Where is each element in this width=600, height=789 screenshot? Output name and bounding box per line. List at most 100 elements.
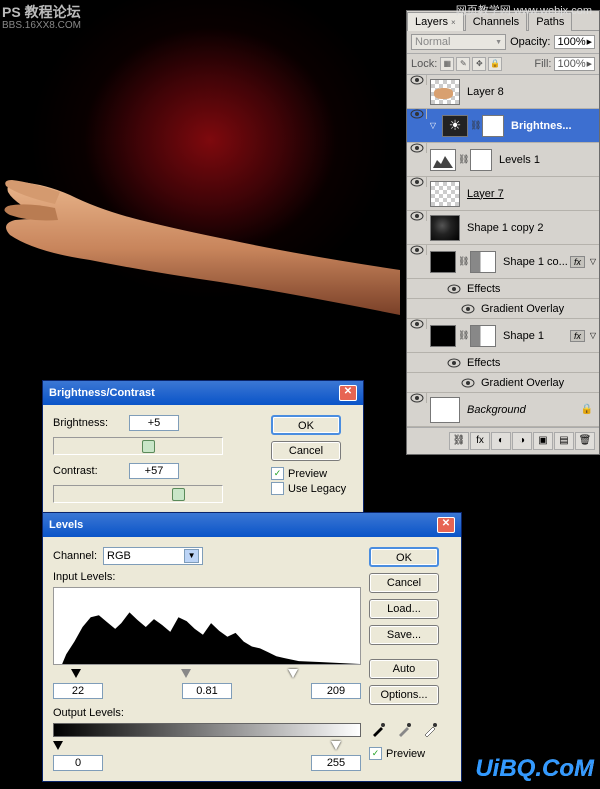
- eyedropper-black-icon[interactable]: [369, 719, 389, 739]
- layer-row[interactable]: ⛓ Levels 1: [407, 143, 599, 177]
- bc-titlebar[interactable]: Brightness/Contrast ✕: [43, 381, 363, 405]
- lock-position-icon[interactable]: ✥: [472, 57, 486, 71]
- link-icon[interactable]: ⛓: [458, 256, 468, 267]
- gradient-overlay-row[interactable]: Gradient Overlay: [407, 299, 599, 319]
- gradient-overlay-row[interactable]: Gradient Overlay: [407, 373, 599, 393]
- layer-row[interactable]: ⛓ Shape 1 fx ▽: [407, 319, 599, 353]
- link-icon[interactable]: ⛓: [458, 154, 468, 165]
- eye-icon[interactable]: [447, 284, 461, 294]
- layer-style-icon[interactable]: fx: [470, 432, 490, 450]
- layer-name[interactable]: Background: [463, 404, 581, 416]
- load-button[interactable]: Load...: [369, 599, 439, 619]
- trash-icon[interactable]: 🗑: [575, 432, 595, 450]
- blend-mode-select[interactable]: Normal▼: [411, 34, 506, 50]
- layer-mask-icon[interactable]: ◐: [491, 432, 511, 450]
- layer-thumbnail[interactable]: [430, 251, 456, 273]
- vector-mask-thumbnail[interactable]: [470, 325, 496, 347]
- eye-icon[interactable]: [447, 358, 461, 368]
- layer-thumbnail[interactable]: [430, 79, 460, 105]
- lock-transparency-icon[interactable]: ▦: [440, 57, 454, 71]
- ok-button[interactable]: OK: [271, 415, 341, 435]
- opacity-input[interactable]: 100%▶: [554, 35, 595, 49]
- layer-thumbnail[interactable]: [430, 325, 456, 347]
- layer-row-selected[interactable]: ▽ ☀ ⛓ Brightnes...: [407, 109, 599, 143]
- new-layer-icon[interactable]: ▤: [554, 432, 574, 450]
- use-legacy-checkbox[interactable]: Use Legacy: [271, 482, 353, 495]
- input-slider-track[interactable]: [53, 669, 361, 681]
- brightness-slider[interactable]: [53, 437, 223, 455]
- eye-icon[interactable]: [410, 177, 424, 187]
- collapse-arrow-icon[interactable]: ▽: [587, 331, 599, 340]
- eye-icon[interactable]: [410, 245, 424, 255]
- collapse-arrow-icon[interactable]: ▽: [427, 121, 439, 130]
- eye-icon[interactable]: [410, 319, 424, 329]
- brightness-thumb[interactable]: [142, 440, 155, 453]
- contrast-slider[interactable]: [53, 485, 223, 503]
- mask-thumbnail[interactable]: [482, 115, 504, 137]
- layer-name[interactable]: Levels 1: [495, 154, 599, 166]
- layer-name[interactable]: Shape 1 co...: [499, 256, 570, 268]
- adjustment-thumbnail[interactable]: ☀: [442, 115, 468, 137]
- close-icon[interactable]: ✕: [339, 385, 357, 401]
- output-slider-track[interactable]: [53, 741, 361, 753]
- link-icon[interactable]: ⛓: [458, 330, 468, 341]
- adjustment-thumbnail[interactable]: [430, 149, 456, 171]
- layer-thumbnail[interactable]: [430, 397, 460, 423]
- effects-row[interactable]: Effects: [407, 279, 599, 299]
- eye-icon[interactable]: [410, 109, 424, 119]
- input-mid-slider[interactable]: [181, 669, 191, 678]
- eye-icon[interactable]: [461, 304, 475, 314]
- preview-checkbox[interactable]: ✓ Preview: [271, 467, 353, 480]
- close-icon[interactable]: ✕: [437, 517, 455, 533]
- eye-icon[interactable]: [410, 211, 424, 221]
- eye-icon[interactable]: [461, 378, 475, 388]
- mask-thumbnail[interactable]: [470, 149, 492, 171]
- options-button[interactable]: Options...: [369, 685, 439, 705]
- auto-button[interactable]: Auto: [369, 659, 439, 679]
- preview-checkbox[interactable]: ✓ Preview: [369, 747, 451, 760]
- link-layers-icon[interactable]: ⛓: [449, 432, 469, 450]
- lv-titlebar[interactable]: Levels ✕: [43, 513, 461, 537]
- fx-badge[interactable]: fx: [570, 330, 585, 342]
- cancel-button[interactable]: Cancel: [369, 573, 439, 593]
- channel-select[interactable]: RGB ▼: [103, 547, 203, 565]
- contrast-thumb[interactable]: [172, 488, 185, 501]
- layer-row[interactable]: Shape 1 copy 2: [407, 211, 599, 245]
- layer-row[interactable]: Layer 8: [407, 75, 599, 109]
- input-mid-field[interactable]: [182, 683, 232, 699]
- eye-icon[interactable]: [410, 143, 424, 153]
- input-black-field[interactable]: [53, 683, 103, 699]
- ok-button[interactable]: OK: [369, 547, 439, 567]
- input-black-slider[interactable]: [71, 669, 81, 678]
- layer-thumbnail[interactable]: [430, 215, 460, 241]
- brightness-input[interactable]: [129, 415, 179, 431]
- layer-row[interactable]: ⛓ Shape 1 co... fx ▽: [407, 245, 599, 279]
- eyedropper-white-icon[interactable]: [421, 719, 441, 739]
- layer-name[interactable]: Layer 7: [463, 188, 599, 200]
- effects-row[interactable]: Effects: [407, 353, 599, 373]
- layer-row-background[interactable]: Background 🔒: [407, 393, 599, 427]
- input-white-field[interactable]: [311, 683, 361, 699]
- save-button[interactable]: Save...: [369, 625, 439, 645]
- output-black-slider[interactable]: [53, 741, 63, 750]
- output-black-field[interactable]: [53, 755, 103, 771]
- lock-pixels-icon[interactable]: ✎: [456, 57, 470, 71]
- layer-name[interactable]: Brightnes...: [507, 120, 599, 132]
- eyedropper-gray-icon[interactable]: [395, 719, 415, 739]
- fx-badge[interactable]: fx: [570, 256, 585, 268]
- fill-input[interactable]: 100%▶: [554, 57, 595, 71]
- group-icon[interactable]: ▣: [533, 432, 553, 450]
- input-white-slider[interactable]: [288, 669, 298, 678]
- contrast-input[interactable]: [129, 463, 179, 479]
- layer-name[interactable]: Layer 8: [463, 86, 599, 98]
- cancel-button[interactable]: Cancel: [271, 441, 341, 461]
- adjustment-icon[interactable]: ◑: [512, 432, 532, 450]
- layer-name[interactable]: Shape 1 copy 2: [463, 222, 599, 234]
- eye-icon[interactable]: [410, 393, 424, 403]
- vector-mask-thumbnail[interactable]: [470, 251, 496, 273]
- output-white-field[interactable]: [311, 755, 361, 771]
- layer-row[interactable]: Layer 7: [407, 177, 599, 211]
- lock-all-icon[interactable]: 🔒: [488, 57, 502, 71]
- layer-thumbnail[interactable]: [430, 181, 460, 207]
- link-icon[interactable]: ⛓: [470, 120, 480, 131]
